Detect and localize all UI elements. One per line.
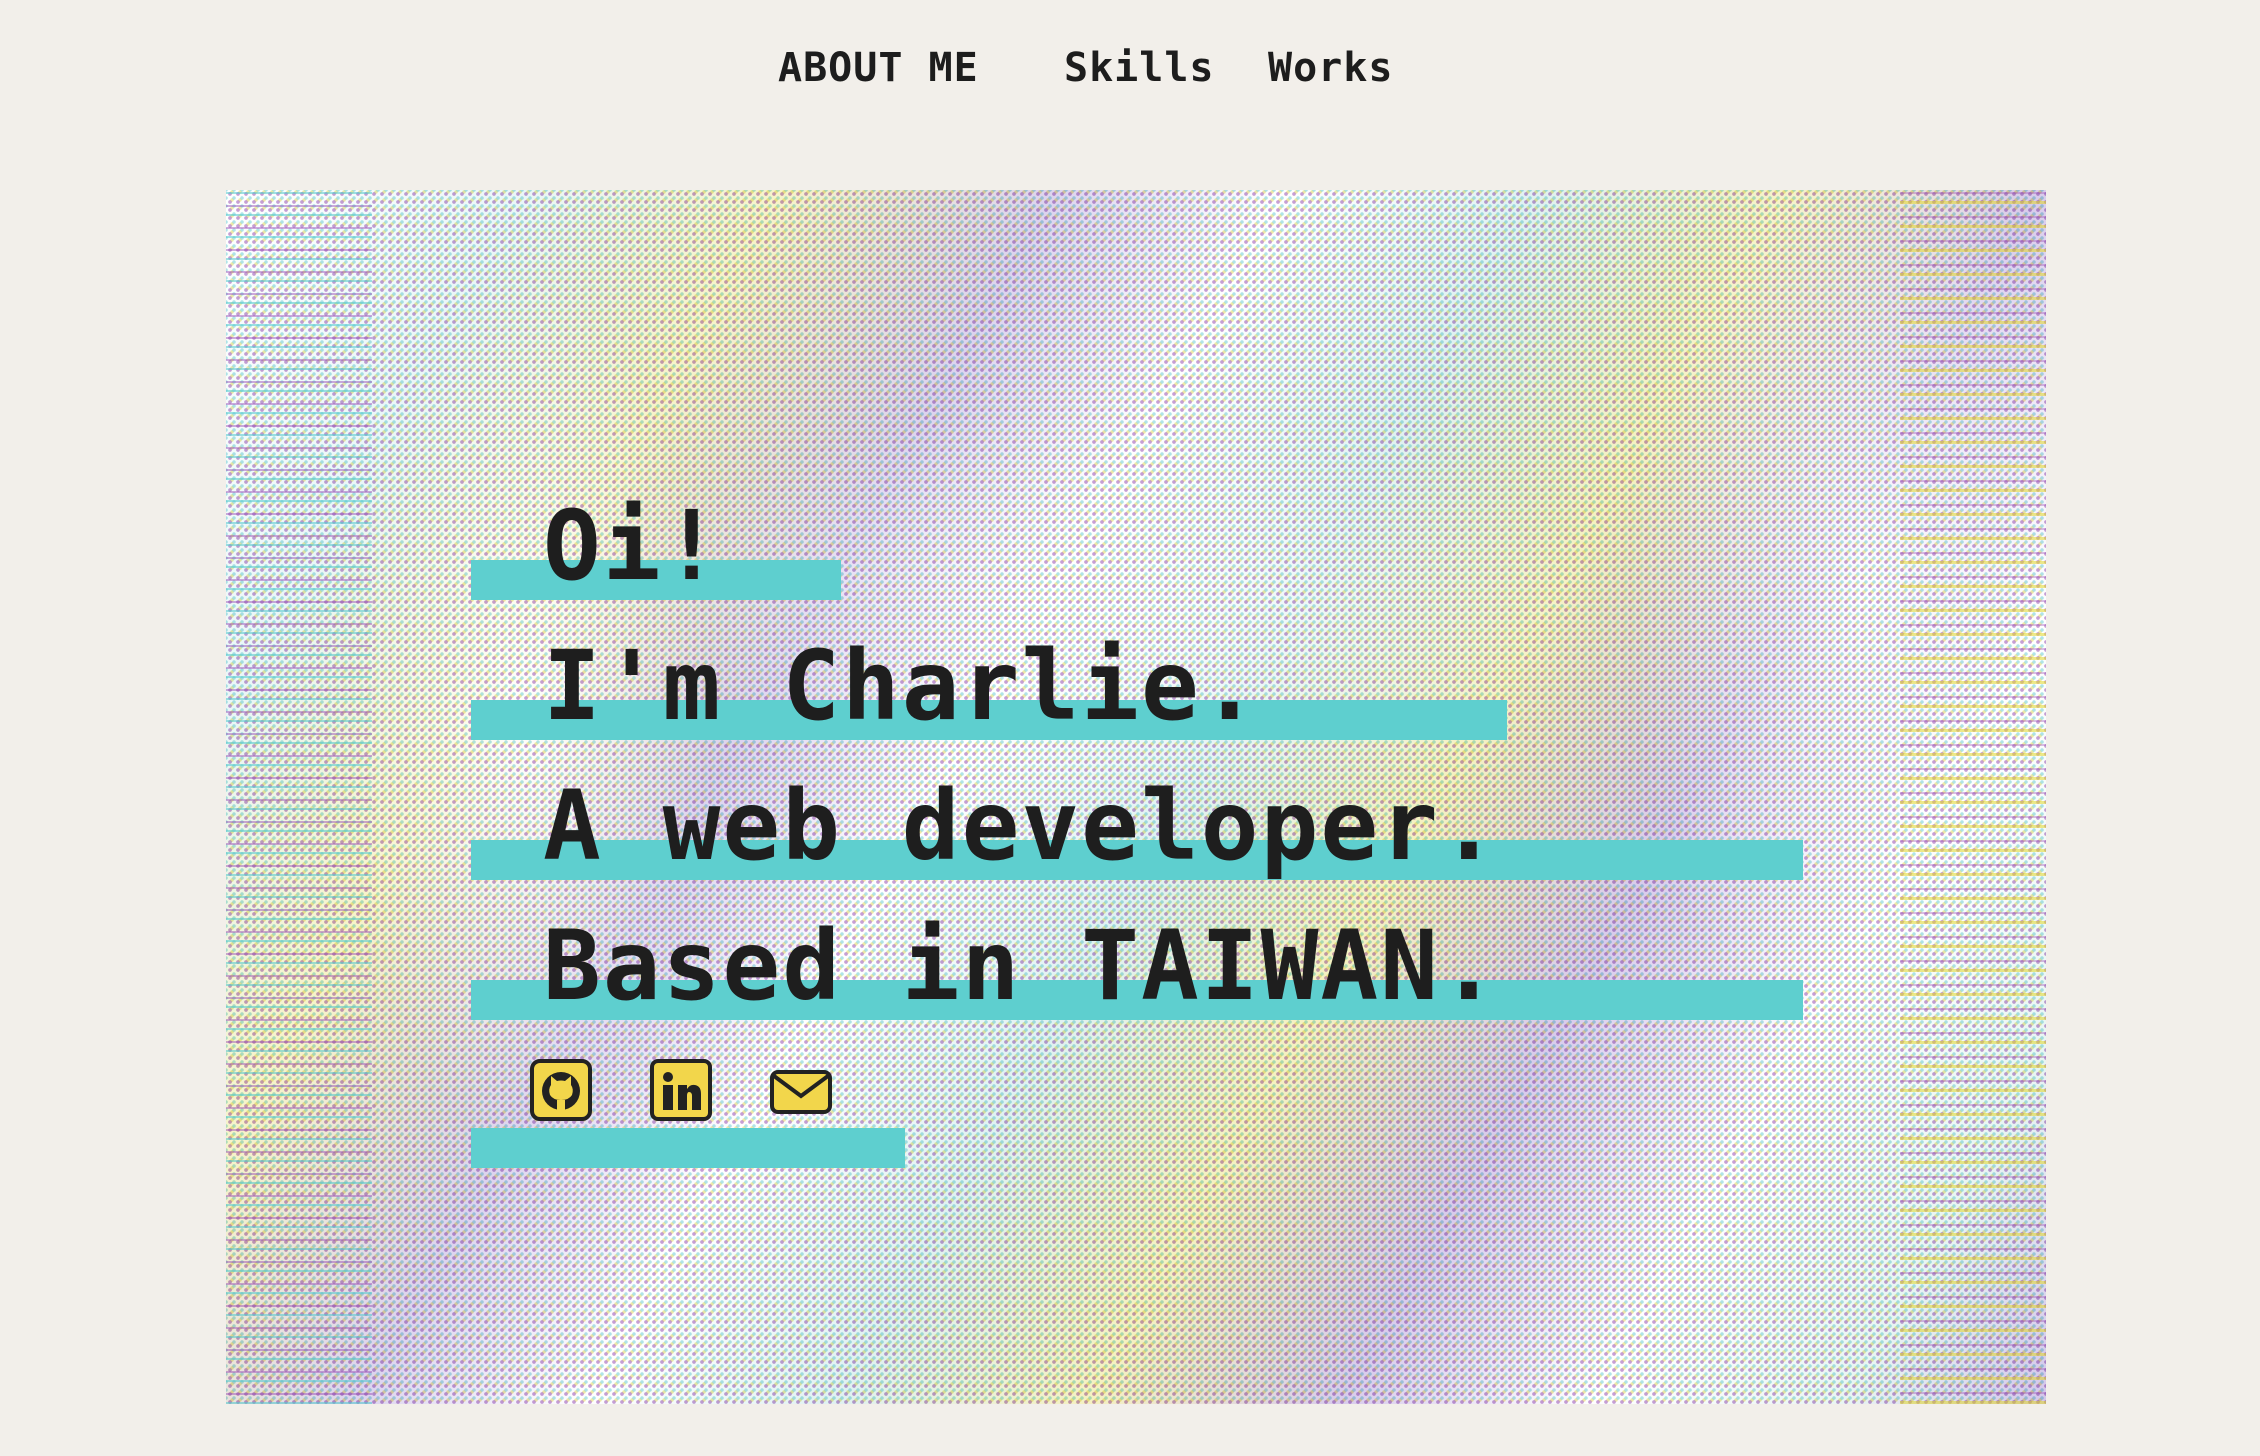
nav-about-me[interactable]: ABOUT ME [778, 38, 979, 98]
linkedin-icon[interactable] [649, 1058, 713, 1122]
highlight-bar [471, 1128, 905, 1168]
nav-works[interactable]: Works [1268, 38, 1393, 98]
hero-greeting-text: Oi! [543, 490, 723, 602]
hero-location-text: Based in TAIWAN. [543, 910, 1500, 1022]
github-icon[interactable] [529, 1058, 593, 1122]
glitch-stripes-left [226, 190, 372, 1404]
top-nav: ABOUT ME Skills Works [0, 38, 2260, 98]
hero-role-text: A web developer. [543, 770, 1500, 882]
mail-icon[interactable] [769, 1058, 833, 1122]
hero-panel: Oi! I'm Charlie. A web developer. Based … [226, 190, 2046, 1404]
social-links [471, 1058, 905, 1168]
glitch-stripes-right [1900, 190, 2046, 1404]
hero-name-text: I'm Charlie. [543, 630, 1261, 742]
nav-skills[interactable]: Skills [1064, 38, 1215, 98]
